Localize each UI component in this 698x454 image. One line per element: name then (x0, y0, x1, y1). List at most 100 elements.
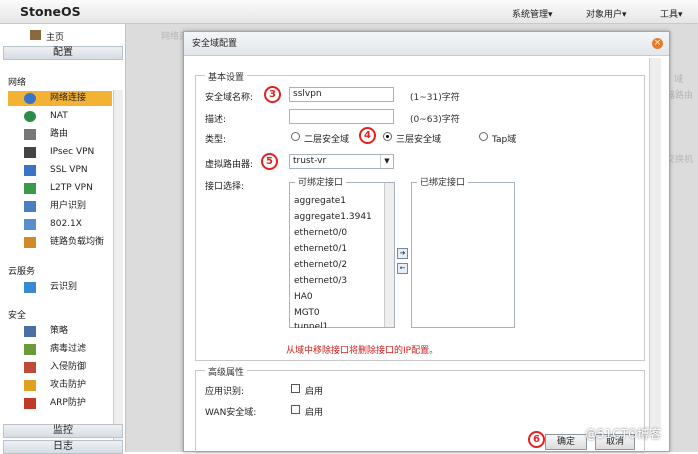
list-item[interactable]: ethernet0/0 (294, 228, 347, 238)
list-item[interactable]: aggregate1.3941 (294, 212, 372, 222)
shield-icon (24, 380, 36, 391)
zone-config-dialog: 安全域配置 × 基本设置 安全域名称: 3 sslvpn (1~31)字符 描述… (183, 31, 670, 453)
radio-tap[interactable] (479, 132, 488, 141)
sidebar-item-sslvpn[interactable]: SSL VPN (8, 163, 112, 178)
menu-system[interactable]: 系统管理▾ (512, 7, 553, 20)
dialog-title: 安全域配置 (184, 32, 669, 56)
chevron-down-icon: ▼ (380, 155, 393, 168)
sidebar-network-section: 网络 (8, 78, 27, 88)
sslvpn-icon (24, 165, 36, 176)
ok-button[interactable]: 确定 (545, 434, 587, 450)
wan-zone-check-label: 启用 (305, 408, 324, 418)
unbind-arrow-left-button[interactable]: ← (397, 263, 408, 274)
description-hint: (0~63)字符 (410, 115, 460, 125)
sidebar-item-policy[interactable]: 策略 (8, 324, 112, 339)
sidebar-item-user-id[interactable]: 用户识别 (8, 199, 112, 214)
close-icon[interactable]: × (652, 38, 663, 49)
description-label: 描述: (205, 115, 227, 125)
sidebar-item-8021x[interactable]: 802.1X (8, 217, 112, 232)
type-label: 类型: (205, 135, 227, 145)
app-id-check-label: 启用 (305, 387, 324, 397)
bg-text-1: 域 (674, 75, 684, 85)
sidebar-item-antivirus[interactable]: 病毒过滤 (8, 342, 112, 357)
step-badge-6: 6 (528, 431, 545, 448)
user-icon (24, 201, 36, 212)
zone-name-label: 安全域名称: (205, 93, 254, 103)
interface-select-label: 接口选择: (205, 182, 245, 192)
wan-zone-label: WAN安全域: (205, 408, 257, 418)
vrouter-select[interactable]: trust-vr ▼ (289, 154, 394, 169)
sidebar-item-arp[interactable]: ARP防护 (8, 396, 112, 411)
sidebar-monitor-header[interactable]: 监控 (3, 424, 123, 438)
policy-icon (24, 326, 36, 337)
watermark: @51CTO博客 (585, 427, 662, 441)
step-badge-3: 3 (264, 86, 281, 103)
menu-objects[interactable]: 对象用户▾ (586, 7, 627, 20)
radio-layer2-label: 二层安全域 (304, 135, 350, 145)
virus-icon (24, 344, 36, 355)
sidebar-item-ips[interactable]: 入侵防御 (8, 360, 112, 375)
ips-icon (24, 362, 36, 373)
app-logo: StoneOS (20, 4, 81, 19)
sidebar-config-header[interactable]: 配置 (3, 46, 123, 60)
bg-text-2: 器路由 (666, 91, 694, 101)
sidebar-item-ipsec[interactable]: IPsec VPN (8, 145, 112, 160)
sidebar-security-section: 安全 (8, 311, 27, 321)
bindable-interfaces-list[interactable]: aggregate1 aggregate1.3941 ethernet0/0 e… (289, 182, 395, 328)
list-item[interactable]: tunnel1 (294, 322, 328, 328)
arp-icon (24, 398, 36, 409)
bindable-list-scrollbar[interactable] (384, 183, 394, 327)
remove-interface-warning: 从域中移除接口将删除接口的IP配置。 (286, 346, 439, 356)
sidebar-item-route[interactable]: 路由 (8, 127, 112, 142)
list-item[interactable]: ethernet0/1 (294, 244, 347, 254)
l2tp-icon (24, 183, 36, 194)
bound-interfaces-list[interactable] (411, 182, 515, 328)
vrouter-label: 虚拟路由器: (205, 160, 254, 170)
basic-settings-legend: 基本设置 (205, 70, 248, 83)
bound-legend: 已绑定接口 (417, 175, 469, 188)
list-item[interactable]: ethernet0/3 (294, 276, 347, 286)
globe-icon (24, 93, 36, 104)
bg-text-3: 交换机 (666, 155, 694, 165)
radio-layer3-label: 三层安全域 (396, 135, 442, 145)
radio-layer3[interactable] (383, 132, 392, 141)
top-bar: StoneOS 系统管理▾ 对象用户▾ 工具▾ (0, 0, 698, 24)
radio-tap-label: Tap域 (492, 135, 517, 145)
vrouter-value: trust-vr (293, 156, 327, 166)
list-item[interactable]: MGT0 (294, 308, 320, 318)
bindable-legend: 可绑定接口 (295, 175, 347, 188)
app-id-label: 应用识别: (205, 387, 245, 397)
menu-tools[interactable]: 工具▾ (660, 7, 683, 20)
8021x-icon (24, 219, 36, 230)
nat-icon (24, 111, 36, 122)
list-item[interactable]: aggregate1 (294, 196, 346, 206)
link-balance-icon (24, 237, 36, 248)
radio-layer2[interactable] (291, 132, 300, 141)
sidebar-item-nat[interactable]: NAT (8, 109, 112, 124)
step-badge-5: 5 (261, 153, 278, 170)
sidebar: 主页 配置 网络 网络连接 NAT 路由 IPsec VPN SSL VPN L… (0, 24, 126, 454)
zone-name-hint: (1~31)字符 (410, 93, 460, 103)
router-icon (24, 129, 36, 140)
advanced-legend: 高级属性 (205, 365, 248, 378)
list-item[interactable]: HA0 (294, 292, 313, 302)
sidebar-item-cloud-id[interactable]: 云识别 (8, 280, 112, 295)
zone-name-input[interactable]: sslvpn (289, 87, 394, 102)
cloud-icon (24, 282, 36, 293)
step-badge-4: 4 (359, 127, 376, 144)
app-id-checkbox[interactable] (291, 384, 300, 393)
home-icon (30, 30, 41, 40)
list-item[interactable]: ethernet0/2 (294, 260, 347, 270)
sidebar-scrollbar[interactable] (113, 90, 123, 448)
description-input[interactable] (289, 109, 394, 124)
sidebar-cloud-section: 云服务 (8, 267, 36, 277)
sidebar-item-attack-defense[interactable]: 攻击防护 (8, 378, 112, 393)
sidebar-item-link-lb[interactable]: 链路负载均衡 (8, 235, 112, 250)
sidebar-home[interactable]: 主页 (46, 30, 64, 43)
sidebar-item-network-connection[interactable]: 网络连接 (8, 91, 112, 106)
bind-arrow-right-button[interactable]: ➔ (397, 248, 408, 259)
ipsec-icon (24, 147, 36, 158)
dialog-scrollbar[interactable] (649, 58, 661, 428)
wan-zone-checkbox[interactable] (291, 405, 300, 414)
sidebar-item-l2tp[interactable]: L2TP VPN (8, 181, 112, 196)
